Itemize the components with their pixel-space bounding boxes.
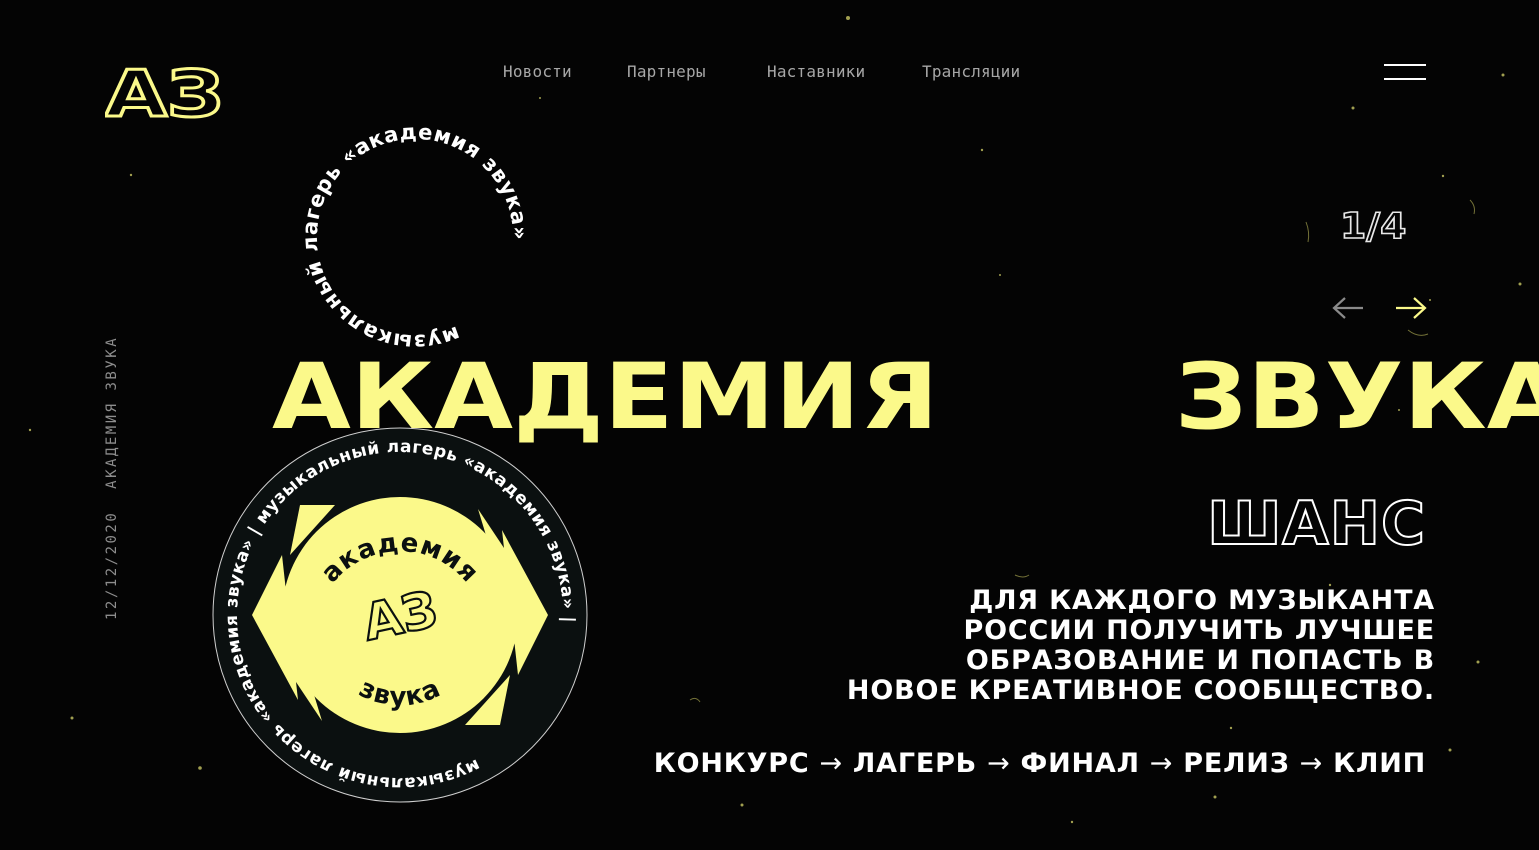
step-clip: КЛИП <box>1333 748 1426 779</box>
stamp-ring-text: музыкальный лагерь «академия звука» <box>290 112 540 362</box>
hero-title-word-2: ЗВУКА <box>1174 345 1539 450</box>
step-arrow-icon: → <box>1149 748 1174 779</box>
hamburger-menu-icon[interactable] <box>1384 64 1426 82</box>
svg-text:1/4: 1/4 <box>1340 205 1406 246</box>
logo-text: АЗ <box>105 60 224 122</box>
step-arrow-icon: → <box>819 748 843 779</box>
hero-description-line: ДЛЯ КАЖДОГО МУЗЫКАНТА <box>969 585 1435 616</box>
site-logo[interactable]: АЗ <box>105 60 235 122</box>
hero-description-line: НОВОЕ КРЕАТИВНОЕ СООБЩЕСТВО. <box>846 675 1435 706</box>
circular-text-stamp: музыкальный лагерь «академия звука» <box>290 112 540 362</box>
academy-badge: музыкальный лагерь «академия звука» | му… <box>210 425 590 805</box>
nav-item-partners[interactable]: Партнеры <box>627 62 706 81</box>
hero-description: ДЛЯ КАЖДОГО МУЗЫКАНТА РОССИИ ПОЛУЧИТЬ ЛУ… <box>615 586 1435 706</box>
arrow-right-icon <box>1396 297 1427 319</box>
arrow-left-icon <box>1332 297 1363 319</box>
step-arrow-icon: → <box>1299 748 1324 779</box>
slider-prev-button[interactable] <box>1331 293 1365 323</box>
step-final: ФИНАЛ <box>1020 748 1140 779</box>
nav-item-broadcasts[interactable]: Трансляции <box>922 62 1020 81</box>
slide-counter: 1/4 <box>1340 204 1407 246</box>
vertical-date-label: 12/12/2020 АКАДЕМИЯ ЗВУКА <box>104 335 120 620</box>
step-camp: ЛАГЕРЬ <box>852 748 978 779</box>
program-steps: КОНКУРС → ЛАГЕРЬ → ФИНАЛ → РЕЛИЗ → КЛИП <box>654 748 1426 780</box>
nav-item-news[interactable]: Новости <box>503 62 572 81</box>
slider-next-button[interactable] <box>1394 293 1428 323</box>
hero-description-line: ОБРАЗОВАНИЕ И ПОПАСТЬ В <box>965 645 1435 676</box>
step-arrow-icon: → <box>987 748 1011 779</box>
svg-text:ШАНС: ШАНС <box>1207 489 1426 551</box>
step-release: РЕЛИЗ <box>1183 748 1290 779</box>
hero-description-line: РОССИИ ПОЛУЧИТЬ ЛУЧШЕЕ <box>963 615 1435 646</box>
nav-item-mentors[interactable]: Наставники <box>767 62 865 81</box>
chance-outline-heading: ШАНС <box>1206 489 1426 551</box>
svg-text:музыкальный лагерь «академия з: музыкальный лагерь «академия звука» <box>290 112 540 362</box>
step-contest: КОНКУРС <box>653 748 810 779</box>
